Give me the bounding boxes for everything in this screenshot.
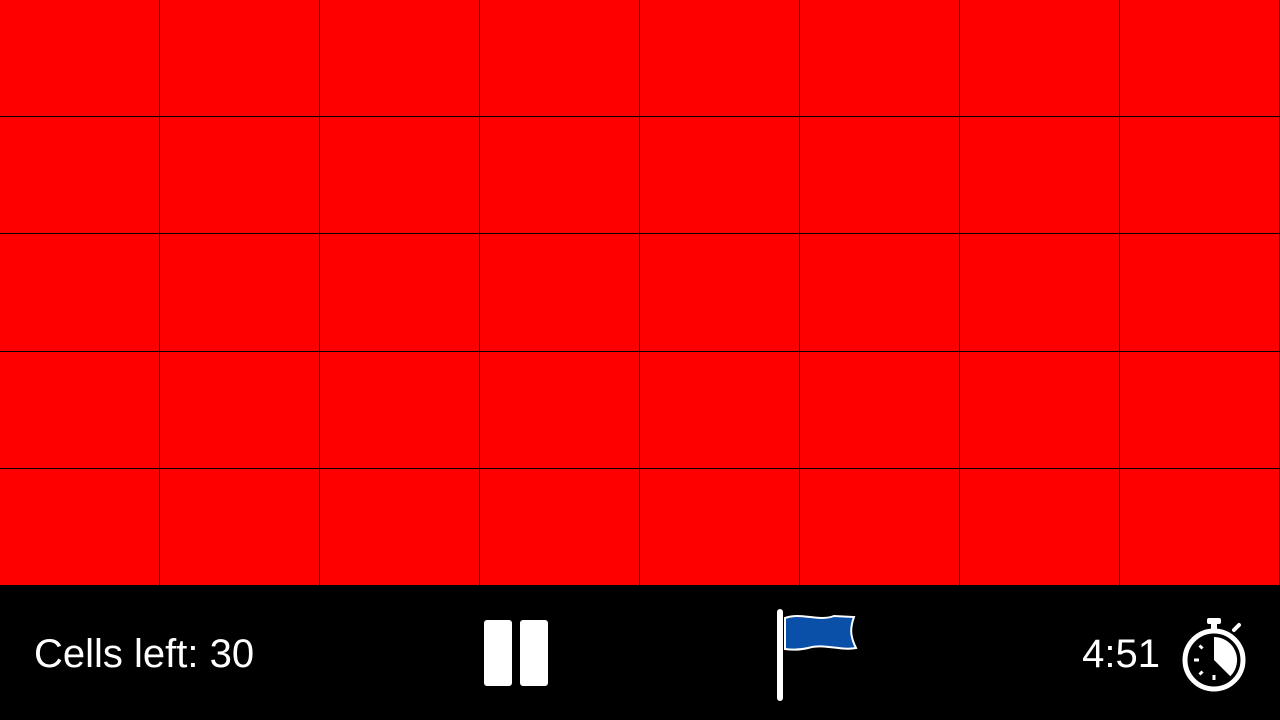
board-cell[interactable] [0,0,160,118]
board-cell[interactable] [480,351,640,469]
board-cell[interactable] [0,117,160,235]
board-cell[interactable] [320,468,480,586]
cells-left-counter: Cells left: 30 [34,632,255,676]
board-cell[interactable] [160,117,320,235]
board-cell[interactable] [800,0,960,118]
flag-button[interactable] [768,606,864,702]
board-cell[interactable] [640,351,800,469]
board-cell[interactable] [320,351,480,469]
board-cell[interactable] [1120,468,1280,586]
board-cell[interactable] [960,234,1120,352]
board-cell[interactable] [160,468,320,586]
board-cell[interactable] [1120,234,1280,352]
board-cell[interactable] [320,234,480,352]
flag-icon [777,609,858,701]
board-cell[interactable] [800,468,960,586]
board-cell[interactable] [480,117,640,235]
board-cell[interactable] [160,351,320,469]
board-cell[interactable] [480,0,640,118]
board-cell[interactable] [800,234,960,352]
board-cell[interactable] [1120,0,1280,118]
board-cell[interactable] [0,468,160,586]
board-cell[interactable] [960,351,1120,469]
board-cell[interactable] [640,117,800,235]
board-cell[interactable] [1120,351,1280,469]
board-cell[interactable] [0,351,160,469]
board-cell[interactable] [960,117,1120,235]
stopwatch-icon [1176,616,1252,692]
board-cell[interactable] [320,117,480,235]
timer-display: 4:51 [1082,632,1160,676]
board-cell[interactable] [640,234,800,352]
board-cell[interactable] [0,234,160,352]
board-cell[interactable] [800,351,960,469]
board-cell[interactable] [960,468,1120,586]
board-cell[interactable] [800,117,960,235]
board-cell[interactable] [160,234,320,352]
hud-bar: Cells left: 30 4:51 [0,586,1280,720]
board-cell[interactable] [480,234,640,352]
board-cell[interactable] [480,468,640,586]
board-cell[interactable] [960,0,1120,118]
game-board [0,0,1280,586]
board-cell[interactable] [1120,117,1280,235]
board-cell[interactable] [320,0,480,118]
pause-button[interactable] [478,616,554,690]
board-cell[interactable] [640,468,800,586]
pause-icon [482,618,550,688]
board-cell[interactable] [640,0,800,118]
board-cell[interactable] [160,0,320,118]
